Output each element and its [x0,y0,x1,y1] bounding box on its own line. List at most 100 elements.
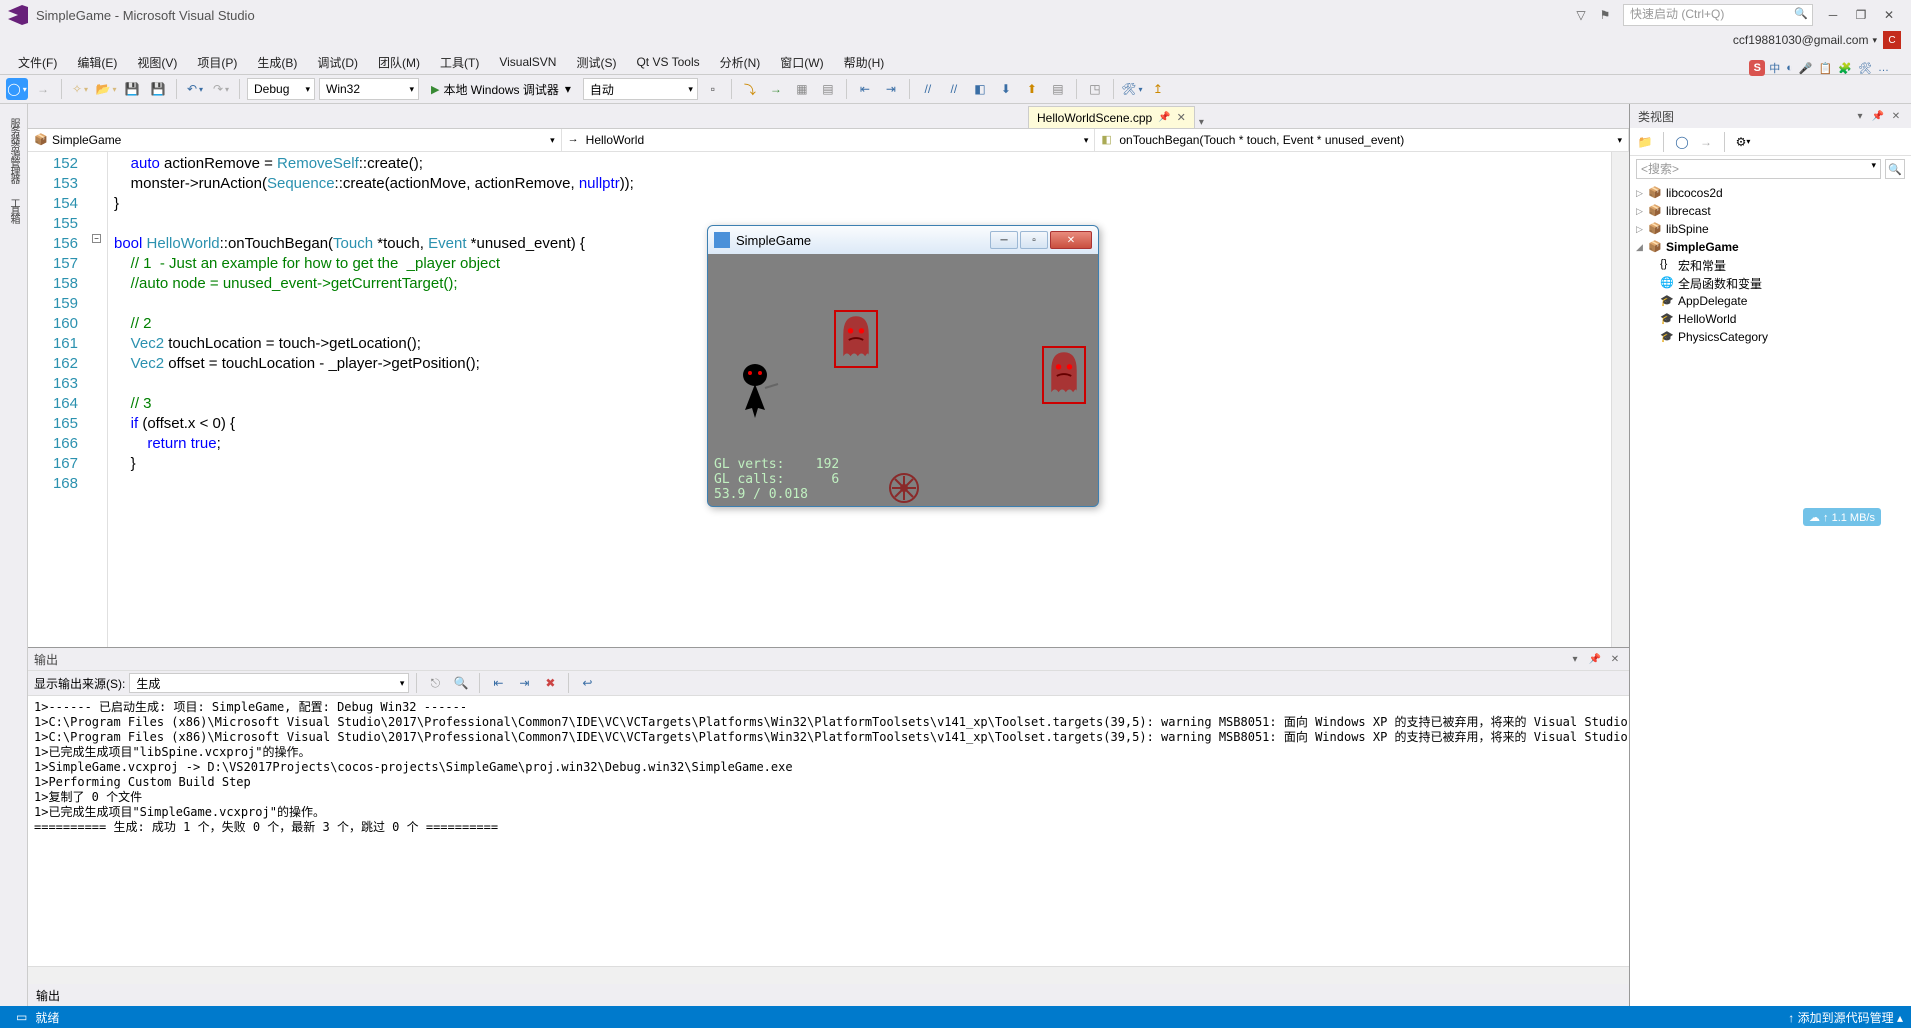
new-project-button[interactable]: ✧▾ [69,78,91,100]
output-text[interactable]: 1>------ 已启动生成: 项目: SimpleGame, 配置: Debu… [28,696,1629,966]
open-button[interactable]: 📂▾ [95,78,117,100]
ime-logo-icon[interactable]: S [1749,60,1765,76]
panel-close-icon[interactable]: ✕ [1607,651,1623,667]
save-button[interactable]: 💾 [121,78,143,100]
start-debug-button[interactable]: ▶本地 Windows 调试器▾ [423,78,579,100]
class-tree[interactable]: ▷📦libcocos2d▷📦librecast▷📦libSpine◢📦Simpl… [1630,182,1911,1006]
tree-node[interactable]: 🌐全局函数和变量 [1630,274,1911,292]
feedback-icon[interactable]: ⚑ [1597,7,1613,23]
tree-node[interactable]: 🎓PhysicsCategory [1630,328,1911,346]
game-close-button[interactable]: ✕ [1050,231,1092,249]
publish-button[interactable]: ↥ [1147,78,1169,100]
ime-item[interactable]: 📋 [1817,62,1835,75]
menu-item[interactable]: VisualSVN [489,52,566,72]
app-insights-button[interactable]: ◳ [1084,78,1106,100]
output-horizontal-scrollbar[interactable] [28,966,1629,984]
ime-item[interactable]: … [1876,62,1891,74]
uncomment-button[interactable]: // [943,78,965,100]
svn-commit-button[interactable]: ⬆ [1021,78,1043,100]
clear-output-button[interactable]: ✖ [539,672,561,694]
panel-close-icon[interactable]: ✕ [1889,109,1903,123]
toolbar-misc-button[interactable]: ▫ [702,78,724,100]
panel-pin-icon[interactable]: 📌 [1871,109,1885,123]
forward-icon[interactable]: → [1697,133,1715,151]
menu-item[interactable]: 团队(M) [368,51,430,74]
menu-item[interactable]: 窗口(W) [770,51,833,74]
cloud-button[interactable]: 🛠▾ [1121,78,1143,100]
indent-more-button[interactable]: ⇥ [880,78,902,100]
ime-item[interactable]: 中 [1767,60,1782,76]
menu-item[interactable]: 帮助(H) [834,51,895,74]
ime-item[interactable]: ◐ [1784,62,1795,74]
panel-options-icon[interactable]: ▾ [1853,109,1867,123]
menu-item[interactable]: 项目(P) [187,51,247,74]
redo-button[interactable]: ↷▾ [210,78,232,100]
nav-forward-button[interactable]: → [32,78,54,100]
svn-update-button[interactable]: ⬇ [995,78,1017,100]
svn-log-button[interactable]: ▤ [1047,78,1069,100]
class-search-input[interactable]: <搜索> [1636,159,1881,179]
menu-item[interactable]: 视图(V) [127,51,187,74]
find-message-button[interactable]: 🔍 [450,672,472,694]
account-dropdown-icon[interactable]: ▾ [1872,35,1877,46]
next-message-button[interactable]: ⇥ [513,672,535,694]
new-folder-icon[interactable]: 📁 [1636,133,1654,151]
quick-launch-input[interactable]: 快速启动 (Ctrl+Q) [1623,4,1813,26]
account-email[interactable]: ccf19881030@gmail.com [1733,33,1869,47]
nav-back-button[interactable]: ◯▾ [6,78,28,100]
prev-message-button[interactable]: ⇤ [487,672,509,694]
settings-icon[interactable]: ⚙▾ [1734,133,1752,151]
grid-icon[interactable]: ▤ [817,78,839,100]
platform-select[interactable]: Win32 [319,78,419,100]
account-avatar[interactable]: C [1883,31,1901,49]
tree-node[interactable]: ▷📦librecast [1630,202,1911,220]
tree-node[interactable]: 🎓AppDelegate [1630,292,1911,310]
notifications-icon[interactable]: ▽ [1573,7,1589,23]
window-close-button[interactable]: ✕ [1875,4,1903,26]
tree-node[interactable]: ▷📦libcocos2d [1630,184,1911,202]
vertical-scrollbar[interactable] [1611,152,1629,647]
tree-node[interactable]: ◢📦SimpleGame [1630,238,1911,256]
tree-node[interactable]: 🎓HelloWorld [1630,310,1911,328]
sidebar-tab[interactable]: 工具箱 [4,192,23,228]
class-search-button[interactable]: 🔍 [1885,159,1905,179]
output-source-select[interactable]: 生成 [129,673,409,693]
outline-collapse-icon[interactable]: − [92,234,101,243]
menu-item[interactable]: 分析(N) [710,51,771,74]
ime-item[interactable]: 🎤 [1797,62,1815,75]
outlining-margin[interactable]: − [88,152,108,647]
menu-item[interactable]: Qt VS Tools [626,52,709,72]
menu-item[interactable]: 调试(D) [307,51,368,74]
toggle-bp-button[interactable]: ▦ [791,78,813,100]
bookmark-button[interactable]: ◧ [969,78,991,100]
output-footer-tab[interactable]: 输出 [28,984,1629,1006]
step-into-button[interactable]: ⤵ [739,78,761,100]
menu-item[interactable]: 编辑(E) [67,51,127,74]
class-combo[interactable]: →HelloWorld [562,129,1096,151]
pin-icon[interactable]: 📌 [1158,112,1170,123]
active-files-dropdown-icon[interactable]: ▾ [1195,117,1208,128]
menu-item[interactable]: 文件(F) [8,51,67,74]
goto-line-button[interactable]: ⎋ [424,672,446,694]
menu-item[interactable]: 生成(B) [247,51,307,74]
member-combo[interactable]: ◧onTouchBegan(Touch * touch, Event * unu… [1095,129,1629,151]
source-control-button[interactable]: ↑ 添加到源代码管理 ▴ [1788,1009,1903,1026]
menu-item[interactable]: 测试(S) [566,51,626,74]
document-tab[interactable]: HelloWorldScene.cpp 📌 ✕ [1028,106,1195,128]
status-tasks-icon[interactable]: ▭ [8,1010,35,1024]
game-window[interactable]: SimpleGame ─ ▫ ✕ GL verts: 192 GL calls:… [707,225,1099,507]
config-select[interactable]: Debug [247,78,315,100]
tree-node[interactable]: ▷📦libSpine [1630,220,1911,238]
ime-item[interactable]: 🧩 [1836,62,1854,75]
scope-combo[interactable]: 📦SimpleGame [28,129,562,151]
close-tab-icon[interactable]: ✕ [1177,111,1186,124]
back-icon[interactable]: ◯ [1673,133,1691,151]
window-restore-button[interactable]: ❐ [1847,4,1875,26]
window-minimize-button[interactable]: ─ [1819,4,1847,26]
wordwrap-button[interactable]: ↩ [576,672,598,694]
game-maximize-button[interactable]: ▫ [1020,231,1048,249]
indent-less-button[interactable]: ⇤ [854,78,876,100]
ime-toolbar[interactable]: S 中◐🎤📋🧩🛠… [1745,58,1895,78]
sidebar-tab[interactable]: 服务器资源管理器 [4,112,23,188]
game-minimize-button[interactable]: ─ [990,231,1018,249]
